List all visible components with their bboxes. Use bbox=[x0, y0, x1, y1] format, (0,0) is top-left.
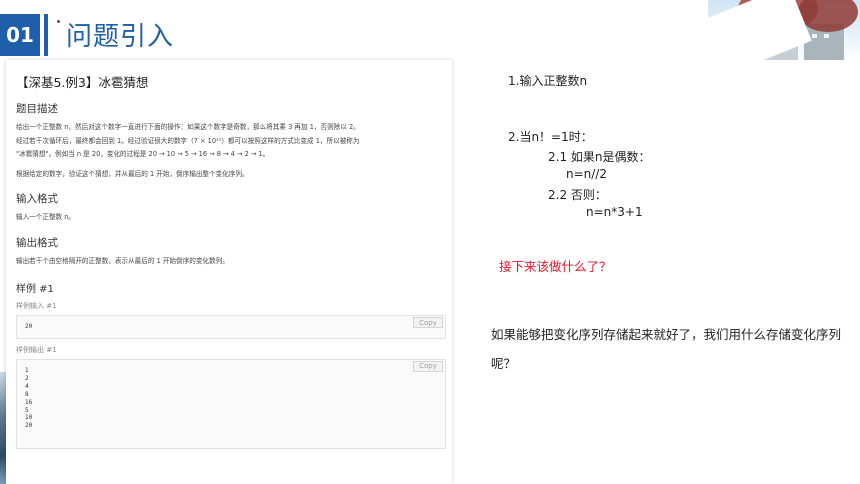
sample-heading: 样例 #1 bbox=[16, 284, 54, 295]
section-number-badge: 01 bbox=[0, 14, 40, 56]
step-1: 1.输入正整数n bbox=[508, 74, 588, 88]
title-dot bbox=[57, 20, 60, 23]
input-text: 输入一个正整数 n。 bbox=[16, 213, 76, 221]
step-2-1-action: n=n//2 bbox=[566, 167, 607, 181]
sample-output-line: 5 bbox=[25, 406, 29, 414]
output-heading: 输出格式 bbox=[16, 236, 58, 249]
sample-input-label: 样例输入 #1 bbox=[16, 302, 57, 310]
sample-output-line: 4 bbox=[25, 382, 29, 390]
sample-output-line: 20 bbox=[25, 422, 33, 430]
step-2-2: 2.2 否则： bbox=[548, 188, 607, 202]
sample-input-box: Copy 20 bbox=[16, 315, 446, 339]
header-divider bbox=[44, 14, 48, 56]
copy-input-button[interactable]: Copy bbox=[413, 317, 443, 328]
input-heading: 输入格式 bbox=[16, 193, 58, 205]
page-title: 问题引入 bbox=[66, 22, 175, 52]
sample-output-line: 2 bbox=[25, 374, 29, 382]
header-photo bbox=[708, 0, 860, 60]
sample-output-line: 1 bbox=[25, 367, 29, 374]
description-line: 经过若干次循环后，最终都会回到 1。经过验证很大的数字（7 × 10¹¹）都可以… bbox=[16, 136, 360, 145]
description-text: 给出一个正整数 n，然后对这个数字一直进行下面的操作：如果这个数字是奇数，那么将… bbox=[16, 121, 452, 181]
output-text: 输出若干个由空格隔开的正整数，表示从最后的 1 开始倒序的变化数列。 bbox=[16, 256, 229, 265]
problem-title: 【深基5.例3】冰雹猜想 bbox=[16, 75, 149, 90]
description-extra: 根据给定的数字，验证这个猜想，并从最后的 1 开始，倒序输出整个变化序列。 bbox=[16, 169, 249, 178]
storage-question: 如果能够把变化序列存储起来就好了，我们用什么存储变化序列呢？ bbox=[491, 327, 842, 371]
sample-output-line: 16 bbox=[25, 398, 33, 406]
sample-output-box: Copy 1 2 4 8 16 5 10 20 bbox=[16, 359, 446, 449]
sample-output-label: 样例输出 #1 bbox=[16, 346, 57, 354]
description-heading: 题目描述 bbox=[16, 103, 58, 115]
step-2-1: 2.1 如果n是偶数： bbox=[548, 150, 651, 164]
sample-input-value: 20 bbox=[25, 323, 33, 330]
description-line: 给出一个正整数 n，然后对这个数字一直进行下面的操作：如果这个数字是奇数，那么将… bbox=[16, 123, 360, 131]
step-2: 2.当n！=1时： bbox=[508, 130, 593, 144]
step-2-2-action: n=n*3+1 bbox=[586, 205, 643, 219]
sample-output-line: 8 bbox=[25, 390, 29, 398]
copy-output-button[interactable]: Copy bbox=[413, 361, 443, 372]
problem-panel: 【深基5.例3】冰雹猜想 题目描述 给出一个正整数 n，然后对这个数字一直进行下… bbox=[6, 60, 452, 484]
sample-output-line: 10 bbox=[25, 414, 33, 422]
question-prompt: 接下来该做什么了？ bbox=[499, 259, 612, 274]
description-line: "冰雹猜想"。例如当 n 是 20，变化的过程是 20 → 10 → 5 → 1… bbox=[16, 150, 270, 158]
